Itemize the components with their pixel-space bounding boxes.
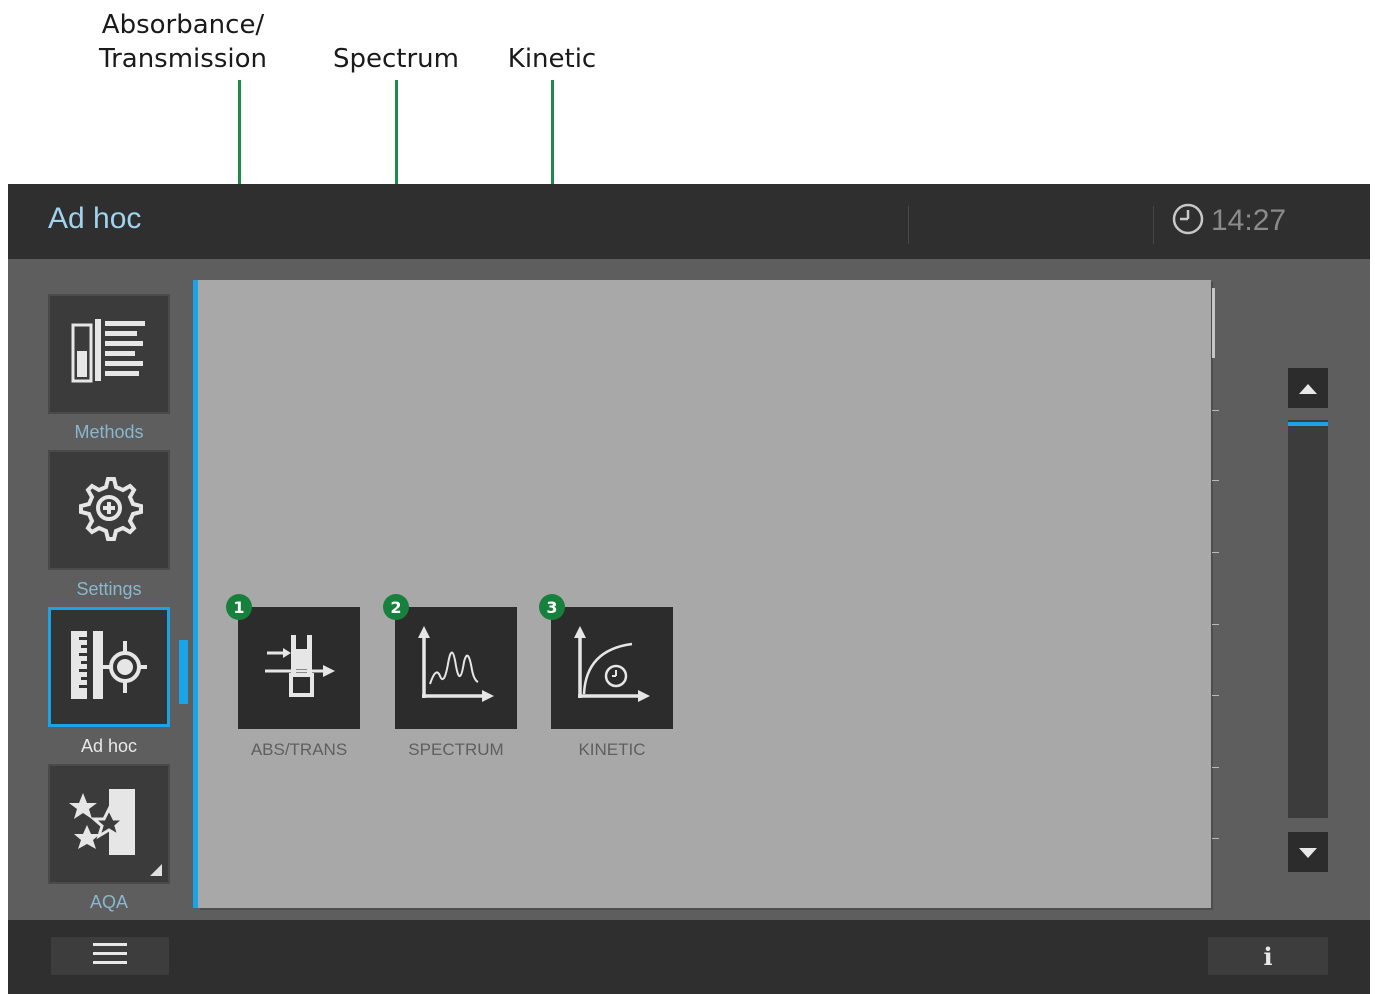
header-divider (908, 206, 909, 244)
methods-icon (71, 317, 147, 391)
sidebar-item-ad-hoc[interactable] (48, 607, 170, 727)
triangle-up-icon (1299, 379, 1317, 398)
sidebar-item-settings[interactable] (48, 450, 170, 570)
menu-button[interactable] (51, 937, 169, 975)
selected-indicator (179, 640, 188, 704)
aqa-icon (69, 785, 149, 863)
page-title: Ad hoc (48, 202, 142, 235)
callout-label-spectrum: Spectrum (333, 44, 459, 74)
spectrum-icon (416, 626, 496, 710)
panel-scroll-ticks (1212, 280, 1220, 908)
kinetic-label: KINETIC (578, 740, 646, 759)
bottom-bar: i (8, 920, 1370, 994)
scroll-up-button[interactable] (1288, 368, 1328, 408)
sidebar-label-ad-hoc: Ad hoc (80, 736, 138, 756)
spectrum-tile[interactable] (395, 607, 517, 729)
callout-badge-3: 3 (539, 594, 565, 620)
sidebar-label-aqa: AQA (89, 892, 128, 912)
clock-time: 14:27 (1211, 204, 1287, 237)
device-screen: Ad hoc 14:27 Methods Settings Ad hoc AQA… (8, 184, 1370, 994)
sidebar-label-methods: Methods (74, 422, 144, 442)
ad-hoc-icon (69, 627, 149, 707)
hamburger-menu-icon (93, 943, 127, 969)
kinetic-tile[interactable] (551, 607, 673, 729)
sidebar-item-methods[interactable] (48, 294, 170, 414)
spectrum-label: SPECTRUM (408, 740, 504, 759)
abs-trans-tile[interactable] (238, 607, 360, 729)
abs-trans-label: ABS/TRANS (250, 740, 348, 759)
callout-badge-2: 2 (383, 594, 409, 620)
info-button[interactable]: i (1208, 937, 1328, 975)
content-panel (198, 280, 1211, 908)
expand-corner-icon (150, 864, 162, 876)
callout-label-line2: Transmission (99, 44, 267, 74)
callout-label-kinetic: Kinetic (507, 44, 597, 74)
sidebar-label-settings: Settings (76, 579, 142, 599)
header-divider (1153, 206, 1154, 244)
abs-trans-icon (261, 631, 337, 705)
clock-icon (1171, 202, 1205, 240)
scrollbar-thumb[interactable] (1288, 422, 1328, 426)
triangle-down-icon (1299, 843, 1317, 862)
top-bar: Ad hoc 14:27 (8, 184, 1370, 259)
sidebar-item-aqa[interactable] (48, 764, 170, 884)
clock: 14:27 (1171, 202, 1286, 240)
scroll-down-button[interactable] (1288, 832, 1328, 872)
kinetic-icon (572, 626, 652, 710)
callout-label-line1: Absorbance/ (101, 10, 265, 40)
callout-badge-1: 1 (226, 594, 252, 620)
settings-gear-icon (74, 473, 144, 547)
scrollbar-track[interactable] (1288, 420, 1328, 818)
callout-label-absorbance-transmission: Absorbance/ Transmission (93, 8, 273, 76)
